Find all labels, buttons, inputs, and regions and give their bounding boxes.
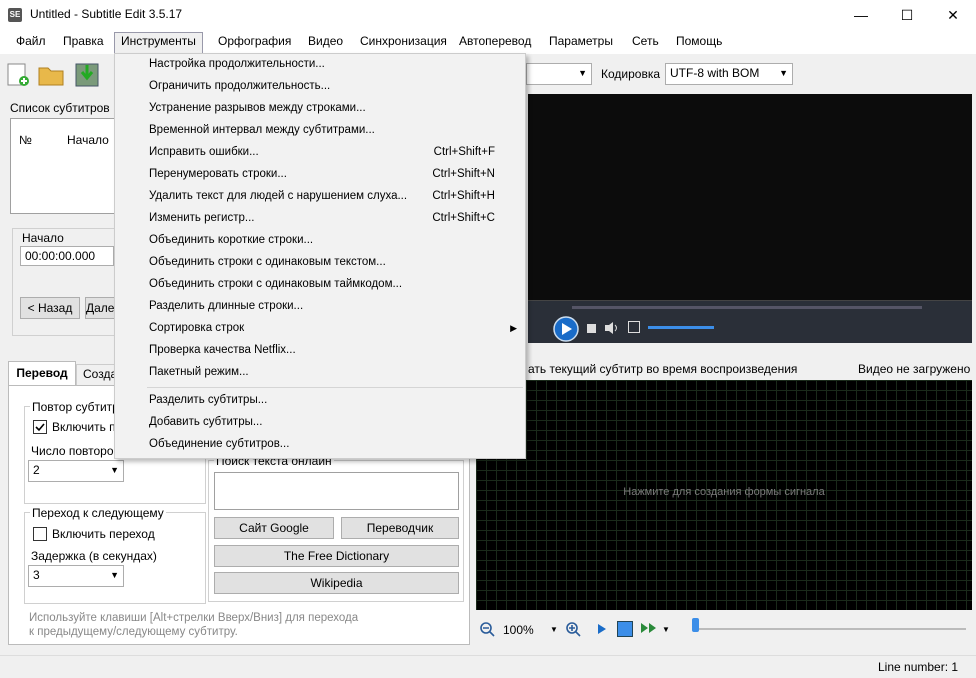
menu-item-split-long-lines[interactable]: Разделить длинные строки... [115,296,525,318]
chevron-down-icon: ▼ [578,68,587,78]
play-icon[interactable] [552,315,580,343]
play-selection-icon[interactable] [597,623,607,635]
chevron-down-icon: ▼ [110,465,119,475]
status-bar: Line number: 1 [0,655,976,678]
menu-edit[interactable]: Правка [57,34,110,48]
next-checkbox[interactable] [33,527,47,541]
free-dictionary-button[interactable]: The Free Dictionary [214,545,459,567]
line-number-status: Line number: 1 [878,660,959,674]
menu-item-append-subtitles[interactable]: Добавить субтитры... [115,412,525,434]
menu-item-join-subtitles[interactable]: Объединение субтитров... [115,434,525,456]
zoom-in-icon[interactable] [565,621,581,637]
start-label: Начало [22,231,64,245]
encoding-combo[interactable]: UTF-8 with BOM ▼ [665,63,793,85]
menu-help[interactable]: Помощь [670,34,728,48]
open-folder-icon[interactable] [38,62,64,88]
save-icon[interactable] [74,62,100,88]
repeat-group-title: Повтор субтитра [30,400,128,414]
next-group-title: Переход к следующему [30,506,166,520]
menu-bar: Файл Правка Инструменты Орфография Видео… [0,30,976,54]
shortcut-hint: Используйте клавиши [Alt+стрелки Вверх/В… [29,612,359,638]
grid-view-icon[interactable] [617,621,633,637]
chevron-down-icon[interactable]: ▼ [550,625,558,634]
volume-slider[interactable] [648,326,714,329]
close-button[interactable]: ✕ [930,0,976,30]
chevron-down-icon: ▼ [110,570,119,580]
stop-icon[interactable] [587,324,596,333]
menu-item-limit-durations[interactable]: Ограничить продолжительность... [115,76,525,98]
menu-options[interactable]: Параметры [543,34,619,48]
menu-item-fix-errors[interactable]: Исправить ошибки... Ctrl+Shift+F [115,142,525,164]
wikipedia-button[interactable]: Wikipedia [214,572,459,594]
menu-item-renumber[interactable]: Перенумеровать строки... Ctrl+Shift+N [115,164,525,186]
waveform-position-slider[interactable] [692,618,699,632]
maximize-button[interactable]: ☐ [884,0,930,30]
start-time-input[interactable]: 00:00:00.000 [20,246,114,266]
menu-item-batch-convert[interactable]: Пакетный режим... [115,362,525,384]
submenu-arrow-icon: ▶ [510,323,517,333]
repeat-count-label: Число повторов [31,444,120,458]
video-player[interactable] [528,94,972,302]
menu-item-merge-same-timecode[interactable]: Объединить строки с одинаковым таймкодом… [115,274,525,296]
fast-forward-icon[interactable] [640,622,658,634]
repeat-count-combo[interactable]: 2 ▼ [28,460,124,482]
new-file-icon[interactable] [5,62,31,88]
chevron-down-icon[interactable]: ▼ [662,625,670,634]
menu-item-adjust-durations[interactable]: Настройка продолжительности... [115,54,525,76]
fullscreen-icon[interactable] [628,321,640,333]
show-current-subtitle-label[interactable]: ать текущий субтитр во время воспроизвед… [528,362,797,376]
subtitle-list-title: Список субтитров [10,101,110,115]
format-combo[interactable]: ▼ [526,63,592,85]
waveform-position-track[interactable] [694,628,966,630]
next-button[interactable]: Далее > [85,297,116,319]
app-icon: SE [8,8,22,22]
waveform-hint: Нажмите для создания формы сигнала [623,486,825,498]
col-start-header[interactable]: Начало [67,133,109,147]
menu-item-change-casing[interactable]: Изменить регистр... Ctrl+Shift+C [115,208,525,230]
menu-file[interactable]: Файл [10,34,52,48]
minimize-button[interactable]: — [838,0,884,30]
search-text-input[interactable] [214,472,459,510]
title-bar: SE Untitled - Subtitle Edit 3.5.17 — ☐ ✕ [0,0,976,30]
video-seek-bar[interactable] [572,306,922,309]
menu-item-sort-lines[interactable]: Сортировка строк ▶ [115,318,525,340]
translator-button[interactable]: Переводчик [341,517,459,539]
menu-autotranslate[interactable]: Автоперевод [453,34,537,48]
tools-dropdown-menu: Настройка продолжительности... Ограничит… [114,53,526,459]
window-title: Untitled - Subtitle Edit 3.5.17 [30,7,183,21]
delay-combo[interactable]: 3 ▼ [28,565,124,587]
menu-video[interactable]: Видео [302,34,349,48]
prev-button[interactable]: < Назад [20,297,80,319]
menu-item-remove-hi-text[interactable]: Удалить текст для людей с нарушением слу… [115,186,525,208]
menu-item-merge-short-lines[interactable]: Объединить короткие строки... [115,230,525,252]
col-number-header[interactable]: № [19,133,32,147]
video-not-loaded-label: Видео не загружено [858,362,971,376]
zoom-level[interactable]: 100% [503,623,534,637]
menu-item-merge-same-text[interactable]: Объединить строки с одинаковым текстом..… [115,252,525,274]
menu-item-netflix-check[interactable]: Проверка качества Netflix... [115,340,525,362]
menu-spellcheck[interactable]: Орфография [212,34,297,48]
subtitle-list[interactable]: № Начало [10,118,116,214]
menu-item-bridge-gaps[interactable]: Устранение разрывов между строками... [115,98,525,120]
repeat-checkbox[interactable] [33,420,47,434]
encoding-label: Кодировка [601,67,661,81]
menu-network[interactable]: Сеть [626,34,665,48]
chevron-down-icon: ▼ [779,68,788,78]
menu-item-min-gap[interactable]: Временной интервал между субтитрами... [115,120,525,142]
delay-label: Задержка (в секундах) [31,549,157,563]
tab-translate[interactable]: Перевод [8,361,76,386]
menu-tools[interactable]: Инструменты [114,32,203,54]
google-button[interactable]: Сайт Google [214,517,334,539]
menu-sync[interactable]: Синхронизация [354,34,453,48]
next-enable-label: Включить переход [52,527,155,541]
zoom-out-icon[interactable] [479,621,495,637]
waveform-panel[interactable]: Нажмите для создания формы сигнала [476,380,972,610]
volume-icon[interactable] [604,321,620,335]
menu-item-split-subtitles[interactable]: Разделить субтитры... [115,390,525,412]
video-controls [528,300,972,343]
menu-separator [147,387,523,388]
